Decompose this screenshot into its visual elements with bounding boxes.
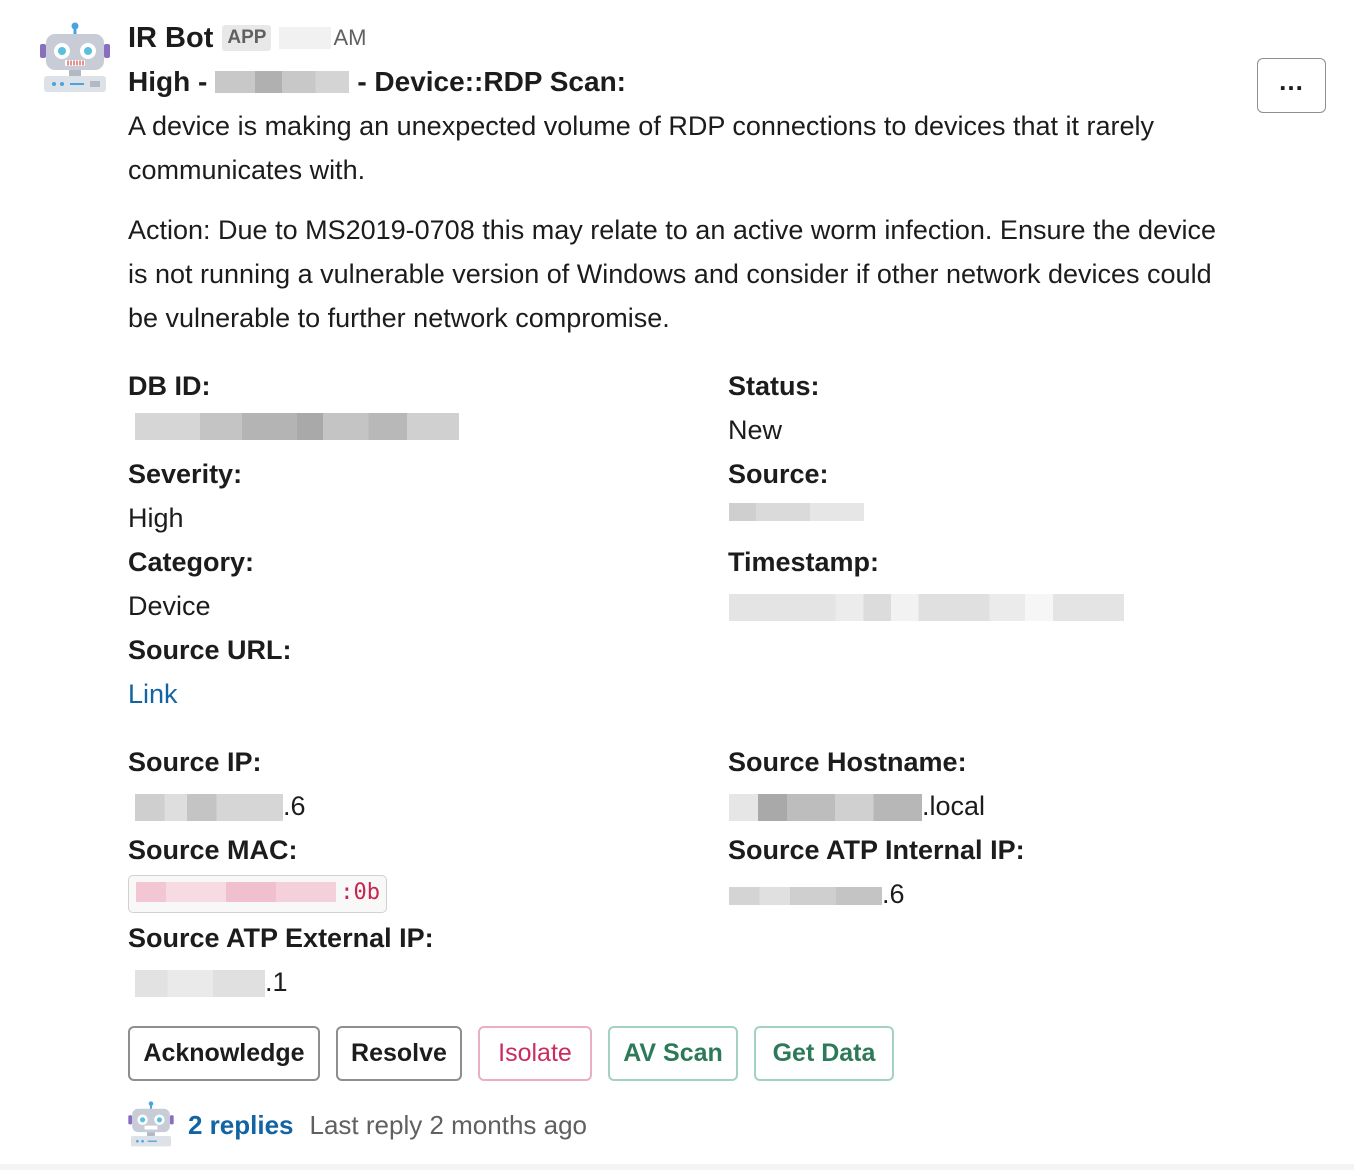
last-reply-text: Last reply 2 months ago <box>309 1109 588 1140</box>
redacted-hostname <box>729 794 922 822</box>
reply-avatar-icon <box>128 1101 174 1147</box>
redacted-internal-ip <box>729 886 882 905</box>
redacted-device-name <box>215 71 350 93</box>
source-mac-label: Source MAC: <box>128 835 298 865</box>
source-url-link[interactable]: Link <box>128 672 178 716</box>
redacted-ip <box>135 794 283 822</box>
bot-name[interactable]: IR Bot <box>128 22 213 55</box>
isolate-button[interactable]: Isolate <box>478 1026 592 1081</box>
status-label: Status: <box>728 371 820 401</box>
source-hostname-label: Source Hostname: <box>728 747 967 777</box>
category-value: Device <box>128 591 211 621</box>
replies-count-link[interactable]: 2 replies <box>188 1110 294 1141</box>
severity-value: High <box>128 503 184 533</box>
atp-external-ip-value: .1 <box>128 960 288 1004</box>
redacted-source <box>729 503 864 521</box>
atp-internal-ip-value: .6 <box>728 872 905 916</box>
more-actions-icon: ... <box>1279 65 1304 96</box>
atp-internal-ip-suffix: .6 <box>882 879 905 909</box>
redacted-external-ip <box>135 970 265 998</box>
timestamp-label: Timestamp: <box>728 547 880 577</box>
category-label: Category: <box>128 547 255 577</box>
db-id-label: DB ID: <box>128 371 211 401</box>
redacted-timestamp <box>729 594 1124 621</box>
status-value: New <box>728 415 783 445</box>
resolve-button[interactable]: Resolve <box>336 1026 462 1081</box>
source-ip-label: Source IP: <box>128 747 262 777</box>
source-ip-suffix: .6 <box>283 791 306 821</box>
redacted-time <box>279 27 332 49</box>
atp-external-ip-label: Source ATP External IP: <box>128 923 434 953</box>
bot-avatar-icon[interactable] <box>40 22 110 96</box>
message-divider <box>0 1164 1354 1170</box>
redacted-db-id <box>135 413 459 440</box>
message-header: IR Bot APP AM <box>128 18 366 58</box>
acknowledge-button[interactable]: Acknowledge <box>128 1026 320 1081</box>
alert-title: High - - Device::RDP Scan: <box>128 62 626 102</box>
alert-action: Action: Due to MS2019-0708 this may rela… <box>128 215 1217 333</box>
title-suffix: - Device::RDP Scan: <box>357 66 626 97</box>
source-ip-value: .6 <box>128 784 306 828</box>
app-badge: APP <box>222 25 272 51</box>
source-hostname-value: .local <box>728 784 985 828</box>
alert-description: A device is making an unexpected volume … <box>128 111 1155 185</box>
more-actions-button[interactable]: ... <box>1257 58 1326 113</box>
atp-external-ip-suffix: .1 <box>265 967 288 997</box>
message-time[interactable]: AM <box>333 25 366 51</box>
source-mac-code: :0b <box>128 875 387 913</box>
source-hostname-suffix: .local <box>922 791 986 821</box>
redacted-mac <box>136 882 336 902</box>
source-label: Source: <box>728 459 829 489</box>
title-prefix: High - <box>128 66 208 97</box>
get-data-button[interactable]: Get Data <box>754 1026 894 1081</box>
atp-internal-ip-label: Source ATP Internal IP: <box>728 835 1025 865</box>
severity-label: Severity: <box>128 459 243 489</box>
source-mac-suffix: :0b <box>340 880 380 905</box>
source-url-label: Source URL: <box>128 635 292 665</box>
av-scan-button[interactable]: AV Scan <box>608 1026 738 1081</box>
thread-replies[interactable]: 2 replies Last reply 2 months ago <box>128 1100 587 1150</box>
